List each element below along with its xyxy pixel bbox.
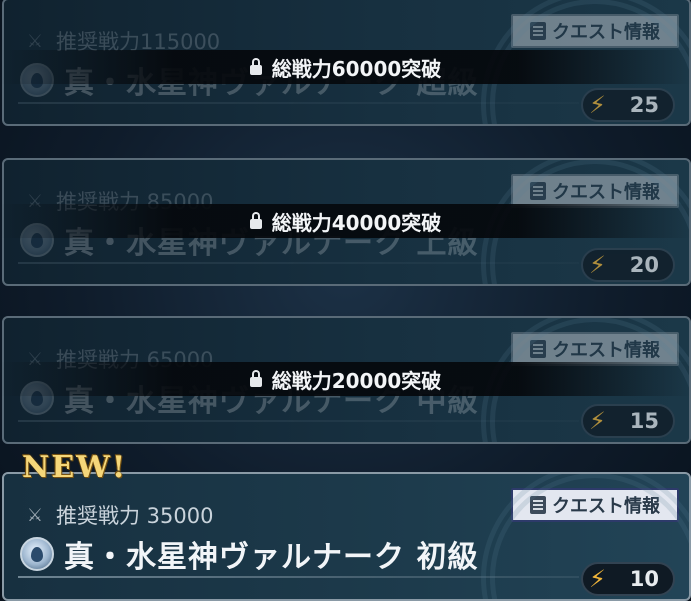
document-icon [530, 340, 546, 358]
document-icon [530, 496, 546, 514]
stamina-cost: ⚡ 20 [581, 248, 675, 282]
quest-info-label: クエスト情報 [552, 496, 660, 517]
quest-info-button[interactable]: クエスト情報 [511, 14, 679, 48]
quest-info-button[interactable]: クエスト情報 [511, 488, 679, 522]
lock-banner: 総戦力60000突破 [0, 50, 691, 84]
new-badge: NEW! [22, 450, 128, 485]
recommended-power: ⚔ 推奨戦力 35000 [22, 500, 214, 530]
lock-requirement: 総戦力40000突破 [271, 210, 442, 235]
crossed-swords-icon: ⚔ [26, 504, 44, 526]
quest-info-label: クエスト情報 [552, 340, 660, 361]
stamina-cost: ⚡ 10 [581, 562, 675, 596]
lightning-bolt-icon: ⚡ [589, 565, 606, 593]
divider [18, 420, 579, 422]
stamina-cost-value: 10 [629, 567, 659, 591]
lock-requirement: 総戦力20000突破 [271, 368, 442, 393]
crossed-swords-icon: ⚔ [26, 30, 44, 52]
lock-banner: 総戦力20000突破 [0, 362, 691, 396]
quest-card-beginner[interactable]: ⚔ 推奨戦力 35000 真・水星神ヴァルナーク 初級 クエスト情報 ⚡ 10 [2, 472, 691, 601]
document-icon [530, 182, 546, 200]
quest-info-button[interactable]: クエスト情報 [511, 332, 679, 366]
quest-title-row: 真・水星神ヴァルナーク 初級 [20, 532, 478, 576]
divider [18, 102, 579, 104]
padlock-icon [249, 57, 262, 75]
stamina-cost: ⚡ 15 [581, 404, 675, 438]
quest-info-button[interactable]: クエスト情報 [511, 174, 679, 208]
lightning-bolt-icon: ⚡ [589, 91, 606, 119]
lock-requirement: 総戦力60000突破 [271, 56, 442, 81]
padlock-icon [249, 211, 262, 229]
padlock-icon [249, 369, 262, 387]
quest-info-label: クエスト情報 [552, 182, 660, 203]
document-icon [530, 22, 546, 40]
quest-name: 真・水星神ヴァルナーク 初級 [64, 540, 479, 575]
stamina-cost: ⚡ 25 [581, 88, 675, 122]
lock-banner: 総戦力40000突破 [0, 204, 691, 238]
stamina-cost-value: 15 [629, 409, 659, 433]
lightning-bolt-icon: ⚡ [589, 407, 606, 435]
lightning-bolt-icon: ⚡ [589, 251, 606, 279]
divider [18, 576, 579, 578]
divider [18, 262, 579, 264]
stamina-cost-value: 25 [629, 93, 659, 117]
stamina-cost-value: 20 [629, 253, 659, 277]
quest-info-label: クエスト情報 [552, 22, 660, 43]
water-drop-icon [20, 537, 54, 571]
recommended-power-label: 推奨戦力 35000 [56, 504, 214, 528]
